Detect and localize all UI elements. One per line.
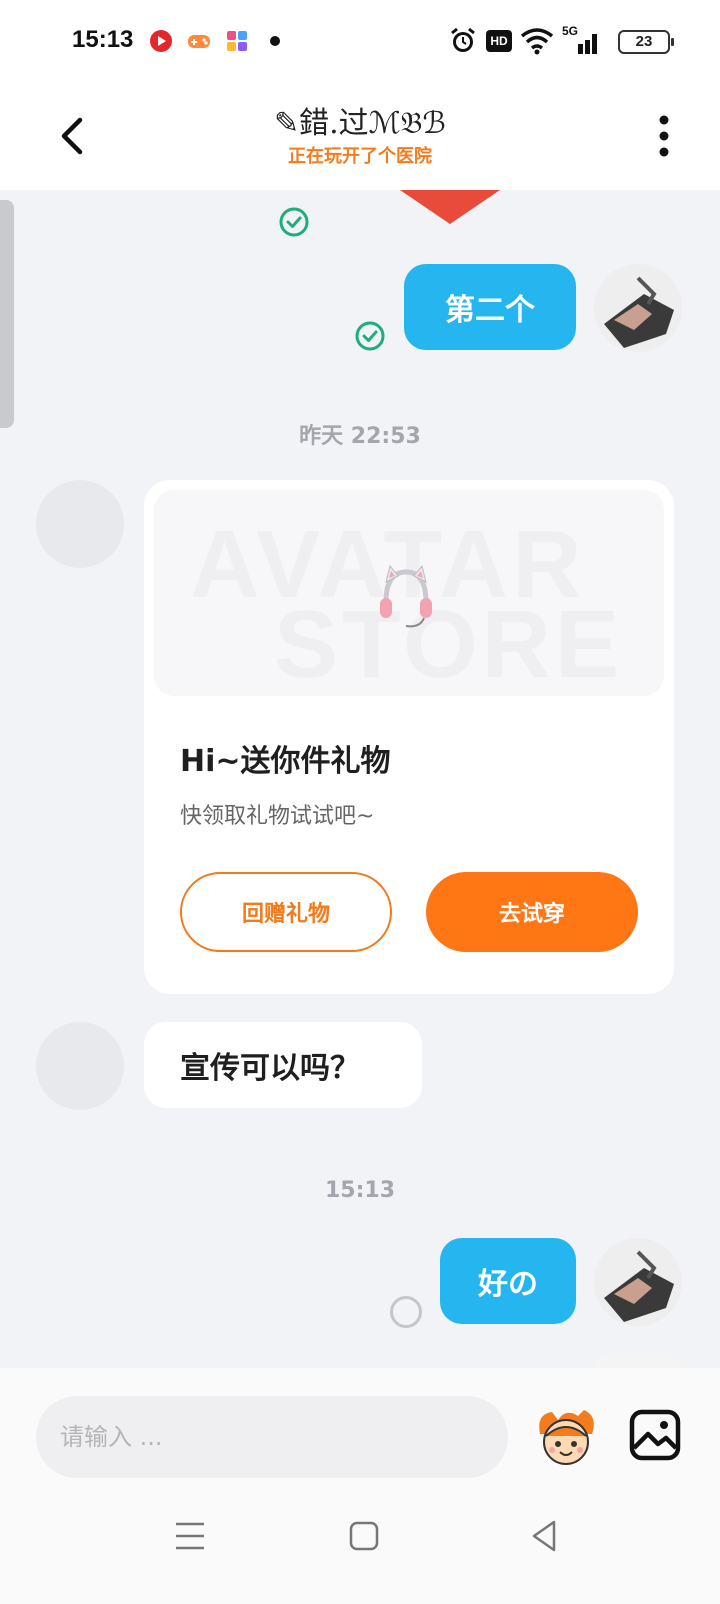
avatar[interactable] [36, 1022, 124, 1110]
avatar[interactable] [36, 480, 124, 568]
gift-card[interactable]: AVATAR STORE Hi~送你件礼物 快领取礼物试试吧~ 回赠礼物 去试穿 [144, 480, 674, 994]
scroll-indicator[interactable] [0, 200, 14, 428]
chat-header: ✎錯.过ℳ𝔅ℬ 正在玩开了个医院 [0, 84, 720, 190]
message-input[interactable] [36, 1396, 508, 1478]
more-vertical-icon[interactable] [652, 112, 676, 160]
sticker-mascot-icon[interactable] [532, 1404, 600, 1472]
notification-dot-icon [270, 36, 280, 46]
video-app-icon [150, 30, 172, 52]
puzzle-app-icon [227, 31, 247, 51]
menu-nav-icon[interactable] [170, 1516, 210, 1556]
chat-title-block: ✎錯.过ℳ𝔅ℬ 正在玩开了个医院 [0, 104, 720, 170]
chat-title: ✎錯.过ℳ𝔅ℬ [274, 106, 446, 141]
game-app-icon [188, 35, 210, 48]
message-text: 第二个 [445, 293, 535, 328]
wifi-icon [520, 28, 554, 55]
message-text: 宣传可以吗？ [180, 1051, 360, 1086]
message-bubble-other[interactable]: 宣传可以吗？ [144, 1022, 422, 1108]
gift-banner: AVATAR STORE [154, 490, 664, 696]
timestamp: 15:13 [324, 1178, 396, 1203]
sending-status-icon [390, 1296, 422, 1328]
avatar[interactable] [594, 1238, 682, 1326]
hd-badge: HD [486, 30, 512, 52]
chat-status: 正在玩开了个医院 [288, 146, 432, 167]
cat-ear-headphones-icon [380, 564, 432, 628]
signal-icon [578, 34, 597, 54]
avatar[interactable] [594, 264, 682, 352]
read-check-icon [355, 321, 385, 351]
input-bar [0, 1368, 720, 1604]
status-bar: 15:13 HD 5G 23 [0, 0, 720, 84]
sticker-partial [400, 190, 500, 224]
battery-indicator: 23 [618, 30, 674, 54]
read-check-icon [279, 207, 309, 237]
avatar-partial [594, 1354, 682, 1368]
banner-text: STORE [274, 591, 623, 696]
message-bubble-self[interactable]: 好の [440, 1238, 576, 1324]
timestamp: 昨天 22:53 [299, 424, 421, 449]
gift-title: Hi~送你件礼物 [180, 744, 391, 779]
avatar-photo [594, 264, 682, 352]
home-nav-icon[interactable] [344, 1516, 384, 1556]
message-text: 好の [478, 1267, 538, 1302]
message-bubble-self[interactable]: 第二个 [404, 264, 576, 350]
gift-subtitle: 快领取礼物试试吧~ [180, 804, 375, 829]
return-gift-button[interactable]: 回赠礼物 [180, 872, 392, 952]
image-icon[interactable] [628, 1408, 682, 1462]
avatar-photo [594, 1238, 682, 1326]
try-on-button[interactable]: 去试穿 [426, 872, 638, 952]
back-nav-icon[interactable] [524, 1516, 564, 1556]
alarm-icon [451, 27, 475, 52]
status-time: 15:13 [72, 26, 134, 53]
